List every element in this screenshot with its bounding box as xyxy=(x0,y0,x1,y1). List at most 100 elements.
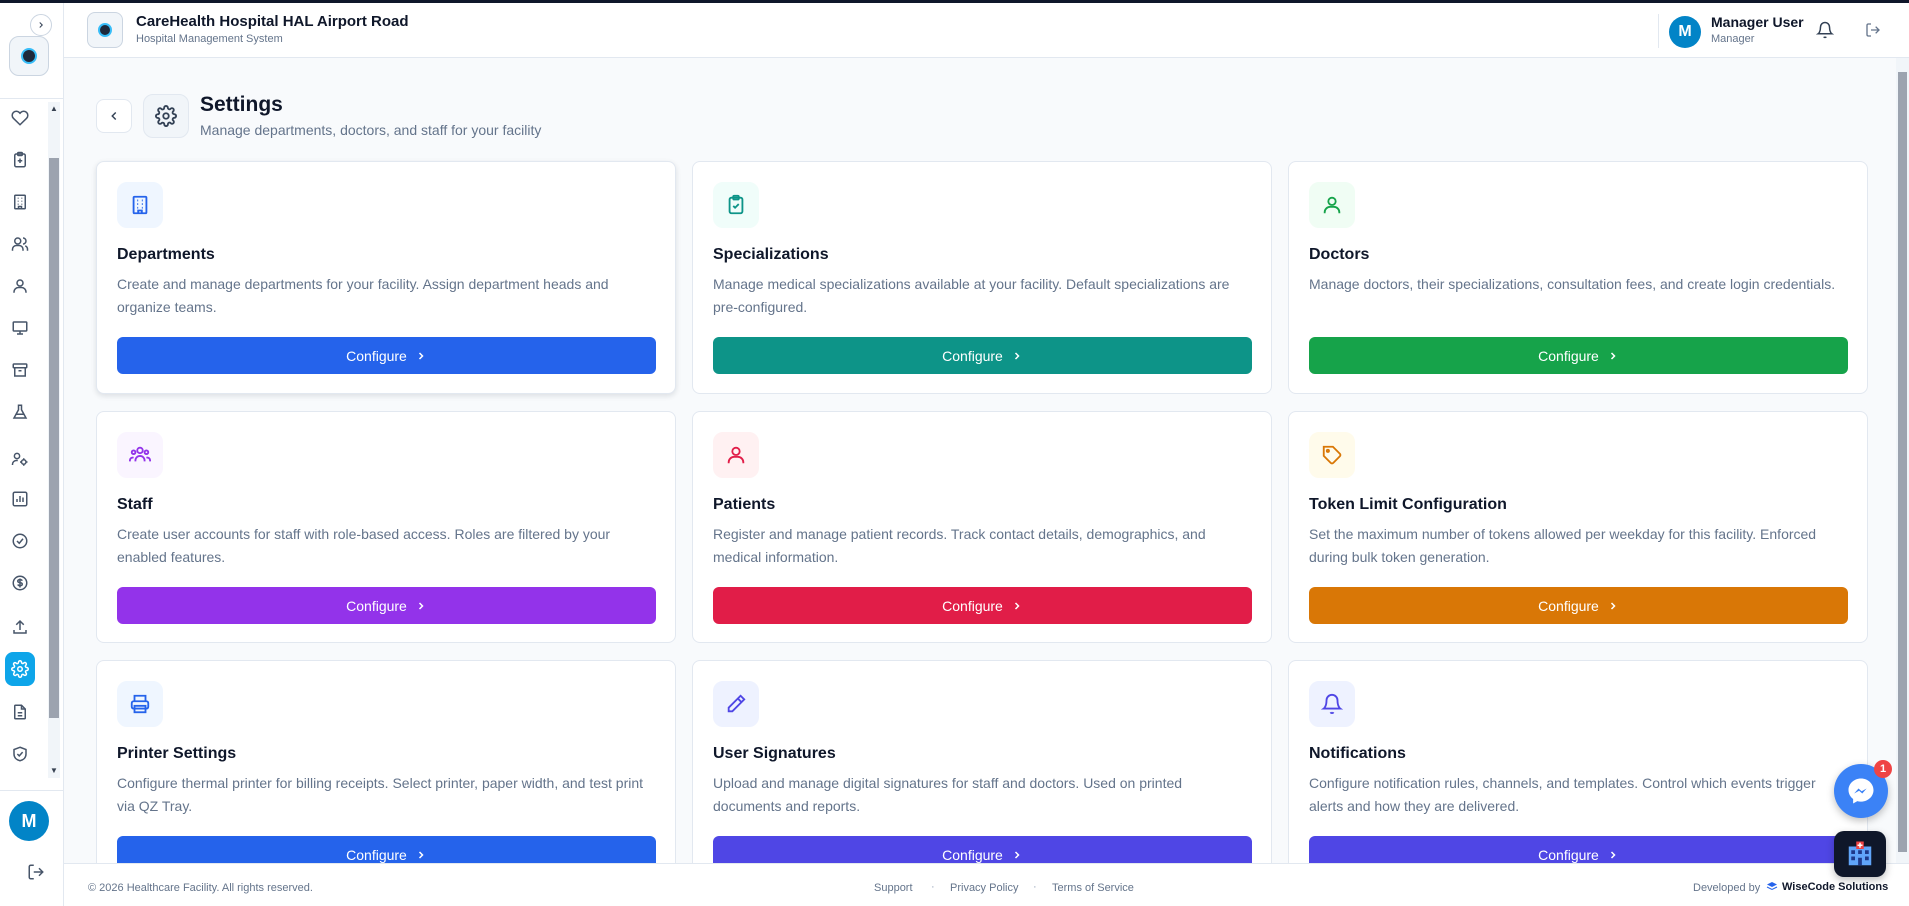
sidebar-logout-button[interactable] xyxy=(25,861,47,883)
sidebar-item-clipboard[interactable] xyxy=(9,149,31,171)
sidebar-item-monitor[interactable] xyxy=(9,317,31,339)
card-icon-box xyxy=(117,182,163,228)
card-description: Manage medical specializations available… xyxy=(713,276,1230,315)
user-icon xyxy=(1323,196,1341,214)
card-title: Printer Settings xyxy=(117,745,237,762)
configure-departments-button[interactable]: Configure xyxy=(117,337,656,374)
configure-staff-button[interactable]: Configure xyxy=(117,587,656,624)
main-scroll-thumb[interactable] xyxy=(1898,72,1907,852)
settings-card-doctors[interactable]: Doctors Manage doctors, their specializa… xyxy=(1288,161,1868,394)
back-button[interactable] xyxy=(96,99,132,133)
user-avatar[interactable]: M xyxy=(1669,16,1701,48)
sidebar-scroll-thumb[interactable] xyxy=(49,158,59,718)
sidebar-logo[interactable] xyxy=(9,36,49,76)
sidebar-item-approvals[interactable] xyxy=(9,530,31,552)
logo-icon xyxy=(98,23,112,37)
gear-icon xyxy=(11,660,29,678)
chevron-right-icon xyxy=(1610,351,1616,360)
sidebar-item-archive[interactable] xyxy=(9,359,31,381)
hospital-icon xyxy=(1848,841,1872,866)
user-name[interactable]: Manager User xyxy=(1711,14,1804,30)
chevron-right-icon xyxy=(1014,850,1020,859)
card-icon-box xyxy=(713,432,759,478)
main-scrollbar[interactable] xyxy=(1896,58,1909,863)
bell-icon xyxy=(1321,694,1343,715)
developer-brand-name: WiseCode Solutions xyxy=(1782,881,1889,893)
card-description: Set the maximum number of tokens allowed… xyxy=(1309,526,1817,565)
settings-card-signatures[interactable]: User Signatures Upload and manage digita… xyxy=(692,660,1272,892)
card-title: Doctors xyxy=(1309,246,1370,263)
settings-page-icon xyxy=(143,94,189,138)
terms-of-service-link[interactable]: Terms of Service xyxy=(1052,882,1134,894)
chevron-right-icon xyxy=(39,22,43,28)
sidebar-item-settings[interactable] xyxy=(5,652,35,686)
sidebar-item-upload[interactable] xyxy=(9,616,31,638)
chat-unread-badge: 1 xyxy=(1874,760,1892,778)
clipboard-plus-icon xyxy=(14,151,26,168)
notifications-button[interactable] xyxy=(1815,20,1835,40)
building-icon xyxy=(14,194,26,210)
users-icon xyxy=(11,237,29,251)
button-label: Configure xyxy=(346,347,407,364)
system-name: Hospital Management System xyxy=(136,33,283,45)
settings-card-staff[interactable]: Staff Create user accounts for staff wit… xyxy=(96,411,676,643)
settings-card-patients[interactable]: Patients Register and manage patient rec… xyxy=(692,411,1272,643)
support-link[interactable]: Support xyxy=(874,882,913,894)
user-icon xyxy=(727,446,745,464)
monitor-icon xyxy=(12,321,28,335)
top-progress-line xyxy=(0,0,1909,3)
logout-icon xyxy=(28,864,44,880)
printer-icon xyxy=(130,694,150,714)
settings-card-token-limit[interactable]: Token Limit Configuration Set the maximu… xyxy=(1288,411,1868,643)
header-logout-button[interactable] xyxy=(1863,20,1883,40)
card-description: Manage doctors, their specializations, c… xyxy=(1309,276,1836,292)
copyright-text: © 2026 Healthcare Facility. All rights r… xyxy=(88,882,313,894)
card-description: Configure notification rules, channels, … xyxy=(1309,775,1816,814)
footer-dot: · xyxy=(1033,881,1037,893)
sidebar-scrollbar[interactable]: ▲ ▼ xyxy=(48,102,60,778)
settings-card-specializations[interactable]: Specializations Manage medical specializ… xyxy=(692,161,1272,394)
layers-icon xyxy=(1766,882,1778,891)
developer-brand[interactable]: WiseCode Solutions xyxy=(1766,881,1888,893)
privacy-policy-link[interactable]: Privacy Policy xyxy=(950,882,1018,894)
configure-specializations-button[interactable]: Configure xyxy=(713,337,1252,374)
sidebar-bottom-divider xyxy=(0,790,63,791)
sidebar-expand-button[interactable] xyxy=(30,14,52,36)
sidebar-item-security[interactable] xyxy=(9,743,31,765)
sidebar-item-reports[interactable] xyxy=(9,488,31,510)
dollar-circle-icon xyxy=(12,575,28,591)
sidebar-item-lab[interactable] xyxy=(9,401,31,423)
gear-icon xyxy=(155,105,177,127)
settings-card-printer[interactable]: Printer Settings Configure thermal print… xyxy=(96,660,676,892)
hospital-widget-button[interactable] xyxy=(1834,831,1886,877)
sidebar-item-user[interactable] xyxy=(9,275,31,297)
card-title: Token Limit Configuration xyxy=(1309,496,1507,513)
configure-doctors-button[interactable]: Configure xyxy=(1309,337,1848,374)
user-icon xyxy=(13,279,27,293)
scroll-down-arrow[interactable]: ▼ xyxy=(49,766,59,776)
card-description: Configure thermal printer for billing re… xyxy=(117,775,644,814)
settings-card-departments[interactable]: Departments Create and manage department… xyxy=(96,161,676,394)
sidebar-avatar[interactable]: M xyxy=(9,801,49,841)
sidebar-item-users[interactable] xyxy=(9,233,31,255)
chevron-right-icon xyxy=(1014,601,1020,610)
configure-patients-button[interactable]: Configure xyxy=(713,587,1252,624)
sidebar-item-building[interactable] xyxy=(9,191,31,213)
logo-icon xyxy=(21,48,37,64)
card-icon-box xyxy=(117,681,163,727)
chevron-right-icon xyxy=(418,601,424,610)
sidebar-item-user-settings[interactable] xyxy=(9,448,31,470)
sidebar-item-billing[interactable] xyxy=(9,572,31,594)
configure-token-limit-button[interactable]: Configure xyxy=(1309,587,1848,624)
card-title: Patients xyxy=(713,496,776,513)
top-header: CareHealth Hospital HAL Airport Road Hos… xyxy=(64,0,1909,58)
scroll-up-arrow[interactable]: ▲ xyxy=(49,104,59,114)
card-description: Create user accounts for staff with role… xyxy=(117,526,611,565)
card-description: Upload and manage digital signatures for… xyxy=(713,775,1183,814)
settings-card-notifications[interactable]: Notifications Configure notification rul… xyxy=(1288,660,1868,892)
sidebar-item-heart[interactable] xyxy=(9,107,31,129)
header-logo[interactable] xyxy=(87,12,123,48)
sidebar: ▲ ▼ M xyxy=(0,0,64,906)
sidebar-item-documents[interactable] xyxy=(9,701,31,723)
archive-icon xyxy=(12,363,28,377)
